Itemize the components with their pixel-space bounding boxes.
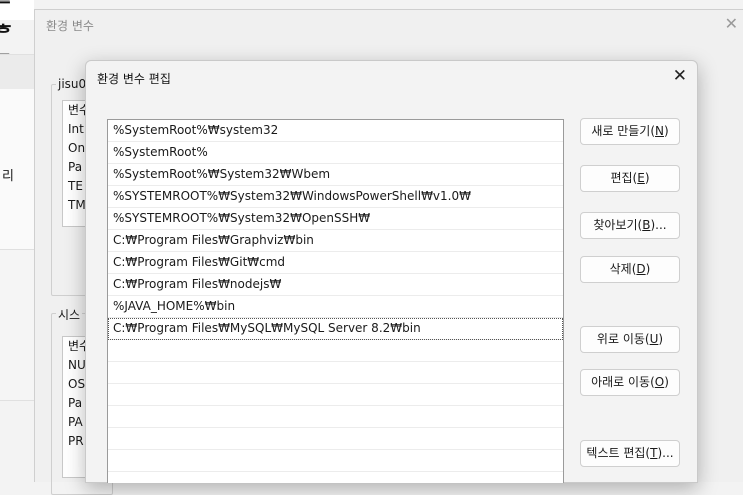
env-window-title: 환경 변수: [46, 19, 94, 33]
path-list[interactable]: %SystemRoot%₩system32 %SystemRoot% %Syst…: [107, 119, 564, 483]
dialog-title: 환경 변수 편집: [97, 72, 171, 86]
close-icon[interactable]: ✕: [673, 66, 687, 86]
edit-text-button[interactable]: 텍스트 편집(T)...: [580, 440, 680, 467]
delete-button[interactable]: 삭제(D): [580, 256, 680, 283]
move-down-button[interactable]: 아래로 이동(O): [580, 369, 680, 396]
path-row-empty[interactable]: [108, 340, 563, 362]
path-row-empty[interactable]: [108, 384, 563, 406]
path-row[interactable]: %SYSTEMROOT%₩System32₩WindowsPowerShell₩…: [108, 186, 563, 208]
system-variables-label: 시스: [56, 306, 83, 323]
background-band: [0, 54, 34, 90]
background-label: 리: [2, 169, 14, 184]
move-up-button[interactable]: 위로 이동(U): [580, 326, 680, 353]
path-row[interactable]: %JAVA_HOME%₩bin: [108, 296, 563, 318]
path-row-empty[interactable]: [108, 428, 563, 450]
background-window: ᄅ ᄒ ᄃ ᄆ 리: [0, 0, 34, 481]
edit-button[interactable]: 편집(E): [580, 165, 680, 192]
path-row[interactable]: C:₩Program Files₩Git₩cmd: [108, 252, 563, 274]
background-band: [0, 250, 34, 401]
path-row-empty[interactable]: [108, 472, 563, 483]
path-row[interactable]: C:₩Program Files₩nodejs₩: [108, 274, 563, 296]
path-row-empty[interactable]: [108, 450, 563, 472]
env-window-close-icon[interactable]: ✕: [725, 14, 738, 33]
path-row[interactable]: %SystemRoot%: [108, 142, 563, 164]
path-row[interactable]: %SYSTEMROOT%₩System32₩OpenSSH₩: [108, 208, 563, 230]
path-row[interactable]: %SystemRoot%₩system32: [108, 120, 563, 142]
browse-button[interactable]: 찾아보기(B)...: [580, 212, 680, 239]
path-row-selected[interactable]: C:₩Program Files₩MySQL₩MySQL Server 8.2₩…: [108, 318, 563, 340]
edit-environment-variable-dialog: 환경 변수 편집 ✕ %SystemRoot%₩system32 %System…: [85, 60, 698, 483]
path-row-empty[interactable]: [108, 362, 563, 384]
path-row[interactable]: C:₩Program Files₩Graphviz₩bin: [108, 230, 563, 252]
new-button[interactable]: 새로 만들기(N): [580, 118, 680, 145]
user-variables-label: jisu0: [56, 77, 89, 91]
path-row-empty[interactable]: [108, 406, 563, 428]
path-row[interactable]: %SystemRoot%₩System32₩Wbem: [108, 164, 563, 186]
